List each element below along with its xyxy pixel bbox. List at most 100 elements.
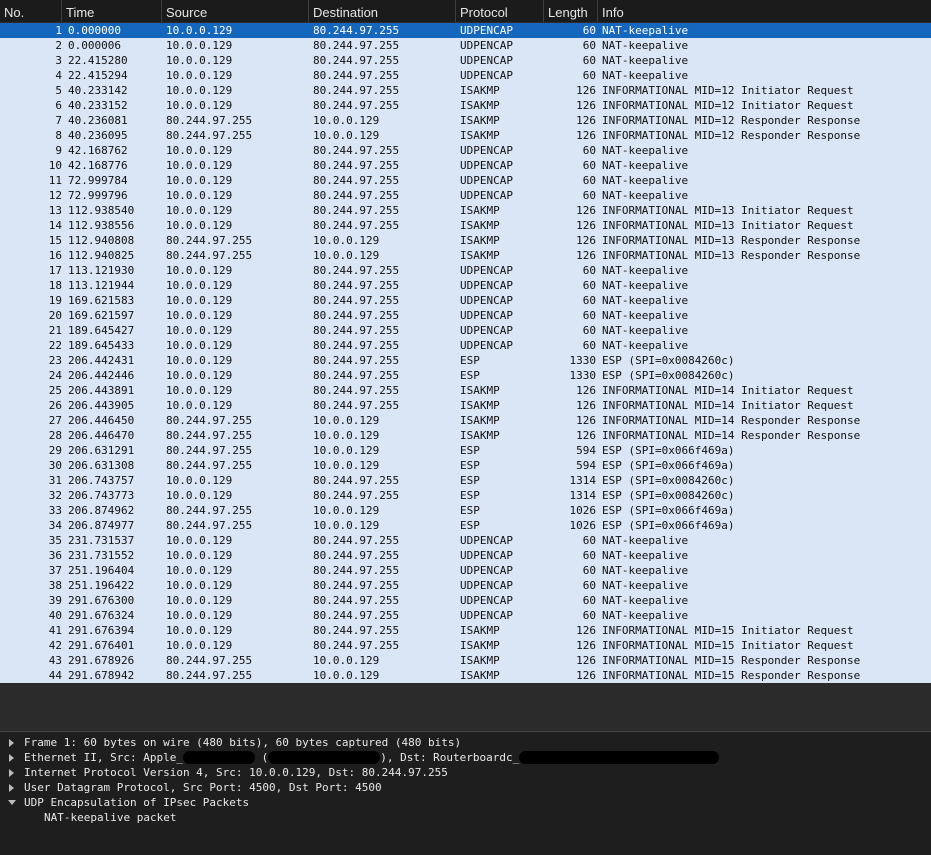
packet-row[interactable]: 29 206.631291 80.244.97.255 10.0.0.129 ESP 59… <box>0 443 931 458</box>
packet-length: 60 <box>582 609 596 622</box>
packet-length: 126 <box>576 414 596 427</box>
packet-row[interactable]: 31 206.743757 10.0.0.129 80.244.97.255 ESP 13… <box>0 473 931 488</box>
packet-source: 10.0.0.129 <box>166 219 233 232</box>
packet-row[interactable]: 6 40.233152 10.0.0.129 80.244.97.255 ISAKMP 1… <box>0 98 931 113</box>
packet-row[interactable]: 28 206.446470 80.244.97.255 10.0.0.129 ISAKM… <box>0 428 931 443</box>
packet-info: ESP (SPI=0x0084260c) <box>602 354 735 367</box>
tree-item-ethernet[interactable]: Ethernet II, Src: Apple_ (), Dst: Router… <box>0 750 931 765</box>
packet-destination: 80.244.97.255 <box>313 219 400 232</box>
packet-source: 80.244.97.255 <box>166 249 253 262</box>
packet-row[interactable]: 12 72.999796 10.0.0.129 80.244.97.255 UDPENC… <box>0 188 931 203</box>
redaction-block <box>268 751 381 764</box>
packet-row[interactable]: 16 112.940825 80.244.97.255 10.0.0.129 ISAKM… <box>0 248 931 263</box>
packet-time: 291.678926 <box>68 654 135 667</box>
packet-no: 15 <box>48 234 62 247</box>
packet-row[interactable]: 8 40.236095 80.244.97.255 10.0.0.129 ISAKMP 1… <box>0 128 931 143</box>
packet-protocol: ISAKMP <box>460 234 500 247</box>
tree-item-udp[interactable]: User Datagram Protocol, Src Port: 4500, … <box>0 780 931 795</box>
packet-row[interactable]: 25 206.443891 10.0.0.129 80.244.97.255 ISAKM… <box>0 383 931 398</box>
expand-arrow-icon[interactable] <box>7 750 17 765</box>
packet-row[interactable]: 13 112.938540 10.0.0.129 80.244.97.255 ISAKM… <box>0 203 931 218</box>
column-header-protocol[interactable]: Protocol <box>456 0 544 22</box>
column-header-destination[interactable]: Destination <box>309 0 456 22</box>
packet-row[interactable]: 30 206.631308 80.244.97.255 10.0.0.129 ESP 59… <box>0 458 931 473</box>
expand-arrow-icon[interactable] <box>7 765 17 780</box>
packet-row[interactable]: 33 206.874962 80.244.97.255 10.0.0.129 ESP 10… <box>0 503 931 518</box>
tree-item-udpencap[interactable]: UDP Encapsulation of IPsec Packets <box>0 795 931 810</box>
column-header-source[interactable]: Source <box>162 0 309 22</box>
packet-row[interactable]: 34 206.874977 80.244.97.255 10.0.0.129 ESP 10… <box>0 518 931 533</box>
packet-source: 10.0.0.129 <box>166 204 233 217</box>
column-header-length[interactable]: Length <box>544 0 598 22</box>
packet-time: 206.446450 <box>68 414 135 427</box>
packet-no: 1 <box>55 24 62 37</box>
packet-row[interactable]: 2 0.000006 10.0.0.129 80.244.97.255 UDPENCAP… <box>0 38 931 53</box>
packet-time: 291.678942 <box>68 669 135 682</box>
packet-row[interactable]: 41 291.676394 10.0.0.129 80.244.97.255 ISAKM… <box>0 623 931 638</box>
tree-item-ip[interactable]: Internet Protocol Version 4, Src: 10.0.0… <box>0 765 931 780</box>
packet-time: 231.731552 <box>68 549 135 562</box>
packet-row[interactable]: 42 291.676401 10.0.0.129 80.244.97.255 ISAKM… <box>0 638 931 653</box>
packet-time: 40.233152 <box>68 99 128 112</box>
packet-row[interactable]: 24 206.442446 10.0.0.129 80.244.97.255 ESP 13… <box>0 368 931 383</box>
column-header-time[interactable]: Time <box>62 0 162 22</box>
packet-row[interactable]: 39 291.676300 10.0.0.129 80.244.97.255 UDPEN… <box>0 593 931 608</box>
packet-row[interactable]: 11 72.999784 10.0.0.129 80.244.97.255 UDPENC… <box>0 173 931 188</box>
packet-source: 80.244.97.255 <box>166 444 253 457</box>
packet-row[interactable]: 21 189.645427 10.0.0.129 80.244.97.255 UDPEN… <box>0 323 931 338</box>
column-header-no[interactable]: No. <box>0 0 62 22</box>
packet-details-tree[interactable]: Frame 1: 60 bytes on wire (480 bits), 60… <box>0 732 931 835</box>
packet-row[interactable]: 26 206.443905 10.0.0.129 80.244.97.255 ISAKM… <box>0 398 931 413</box>
packet-row[interactable]: 17 113.121930 10.0.0.129 80.244.97.255 UDPEN… <box>0 263 931 278</box>
tree-item-label: Ethernet II, Src: Apple_ (), Dst: Router… <box>24 750 720 765</box>
packet-row[interactable]: 32 206.743773 10.0.0.129 80.244.97.255 ESP 13… <box>0 488 931 503</box>
expand-arrow-icon[interactable] <box>7 735 17 750</box>
packet-row[interactable]: 44 291.678942 80.244.97.255 10.0.0.129 ISAKM… <box>0 668 931 683</box>
packet-destination: 10.0.0.129 <box>313 504 380 517</box>
packet-row[interactable]: 7 40.236081 80.244.97.255 10.0.0.129 ISAKMP 1… <box>0 113 931 128</box>
packet-row[interactable]: 19 169.621583 10.0.0.129 80.244.97.255 UDPEN… <box>0 293 931 308</box>
packet-row[interactable]: 27 206.446450 80.244.97.255 10.0.0.129 ISAKM… <box>0 413 931 428</box>
packet-row[interactable]: 38 251.196422 10.0.0.129 80.244.97.255 UDPEN… <box>0 578 931 593</box>
packet-row[interactable]: 37 251.196404 10.0.0.129 80.244.97.255 UDPEN… <box>0 563 931 578</box>
packet-row[interactable]: 35 231.731537 10.0.0.129 80.244.97.255 UDPEN… <box>0 533 931 548</box>
packet-length: 1314 <box>569 474 597 487</box>
pane-splitter[interactable] <box>0 683 931 732</box>
packet-no: 5 <box>55 84 62 97</box>
tree-item-frame[interactable]: Frame 1: 60 bytes on wire (480 bits), 60… <box>0 735 931 750</box>
expand-arrow-icon[interactable] <box>7 780 17 795</box>
packet-destination: 80.244.97.255 <box>313 609 400 622</box>
packet-row[interactable]: 1 0.000000 10.0.0.129 80.244.97.255 UDPENCAP… <box>0 23 931 38</box>
packet-time: 206.874977 <box>68 519 135 532</box>
collapse-arrow-icon[interactable] <box>7 795 17 810</box>
packet-time: 0.000000 <box>68 24 121 37</box>
packet-row[interactable]: 9 42.168762 10.0.0.129 80.244.97.255 UDPENCA… <box>0 143 931 158</box>
packet-row[interactable]: 4 22.415294 10.0.0.129 80.244.97.255 UDPENCA… <box>0 68 931 83</box>
packet-info: NAT-keepalive <box>602 264 689 277</box>
packet-protocol: UDPENCAP <box>460 609 513 622</box>
packet-row[interactable]: 5 40.233142 10.0.0.129 80.244.97.255 ISAKMP 1… <box>0 83 931 98</box>
packet-row[interactable]: 10 42.168776 10.0.0.129 80.244.97.255 UDPENC… <box>0 158 931 173</box>
packet-list[interactable]: 1 0.000000 10.0.0.129 80.244.97.255 UDPENCAP… <box>0 23 931 683</box>
packet-row[interactable]: 14 112.938556 10.0.0.129 80.244.97.255 ISAKM… <box>0 218 931 233</box>
packet-row[interactable]: 36 231.731552 10.0.0.129 80.244.97.255 UDPEN… <box>0 548 931 563</box>
packet-length: 1026 <box>569 519 597 532</box>
packet-row[interactable]: 22 189.645433 10.0.0.129 80.244.97.255 UDPEN… <box>0 338 931 353</box>
packet-row[interactable]: 15 112.940808 80.244.97.255 10.0.0.129 ISAKM… <box>0 233 931 248</box>
packet-time: 112.938556 <box>68 219 135 232</box>
packet-row[interactable]: 3 22.415280 10.0.0.129 80.244.97.255 UDPENCA… <box>0 53 931 68</box>
packet-row[interactable]: 40 291.676324 10.0.0.129 80.244.97.255 UDPEN… <box>0 608 931 623</box>
packet-source: 10.0.0.129 <box>166 69 233 82</box>
packet-row[interactable]: 23 206.442431 10.0.0.129 80.244.97.255 ESP 13… <box>0 353 931 368</box>
packet-length: 60 <box>582 24 596 37</box>
packet-row[interactable]: 18 113.121944 10.0.0.129 80.244.97.255 UDPEN… <box>0 278 931 293</box>
packet-source: 10.0.0.129 <box>166 84 233 97</box>
column-header-info[interactable]: Info <box>598 0 931 22</box>
packet-time: 251.196422 <box>68 579 135 592</box>
packet-destination: 80.244.97.255 <box>313 84 400 97</box>
packet-time: 112.940825 <box>68 249 135 262</box>
packet-row[interactable]: 43 291.678926 80.244.97.255 10.0.0.129 ISAKM… <box>0 653 931 668</box>
tree-item-nat-keepalive[interactable]: NAT-keepalive packet <box>0 810 931 825</box>
packet-row[interactable]: 20 169.621597 10.0.0.129 80.244.97.255 UDPEN… <box>0 308 931 323</box>
packet-no: 16 <box>48 249 62 262</box>
